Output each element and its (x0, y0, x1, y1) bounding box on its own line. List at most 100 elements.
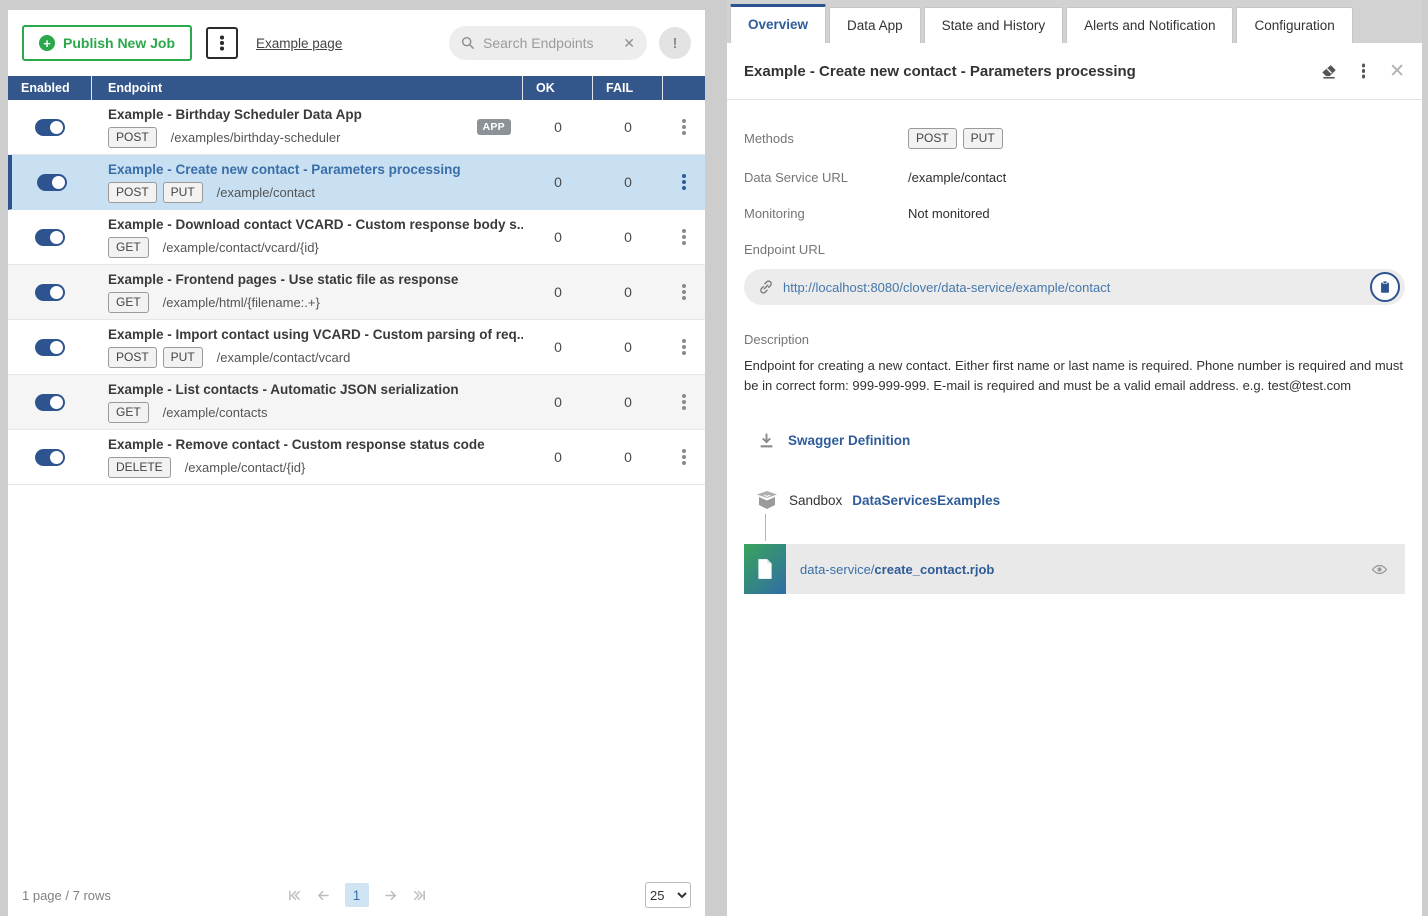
tab-overview[interactable]: Overview (730, 4, 826, 43)
search-input[interactable] (483, 35, 615, 51)
publish-new-job-button[interactable]: + Publish New Job (22, 25, 192, 61)
row-menu-button[interactable] (663, 180, 705, 184)
header-fail: FAIL (593, 76, 663, 100)
toolbar-menu-button[interactable] (206, 27, 238, 59)
endpoint-row[interactable]: Example - Download contact VCARD - Custo… (8, 210, 705, 265)
first-page-button[interactable] (287, 888, 302, 903)
description-label: Description (744, 332, 1405, 347)
ok-count: 0 (523, 394, 593, 410)
endpoint-url-link[interactable]: http://localhost:8080/clover/data-servic… (783, 280, 1110, 295)
example-page-link[interactable]: Example page (256, 36, 342, 51)
method-chip: PUT (163, 182, 203, 203)
fail-count: 0 (593, 119, 663, 135)
enabled-toggle[interactable] (35, 449, 65, 466)
row-menu-button[interactable] (663, 345, 705, 349)
method-chip: PUT (963, 128, 1003, 149)
sandbox-icon (755, 490, 779, 510)
enabled-toggle[interactable] (35, 119, 65, 136)
fail-count: 0 (593, 449, 663, 465)
endpoint-path: /example/html/{filename:.+} (163, 295, 320, 310)
warning-button[interactable]: ! (659, 27, 691, 59)
tab-configuration[interactable]: Configuration (1236, 7, 1352, 43)
job-file-icon-block (744, 544, 786, 594)
endpoint-title: Example - List contacts - Automatic JSON… (108, 382, 523, 397)
endpoint-path: /examples/birthday-scheduler (171, 130, 341, 145)
kebab-icon (1362, 69, 1366, 73)
fail-count: 0 (593, 284, 663, 300)
clear-search-icon[interactable]: ✕ (623, 36, 635, 50)
next-page-button[interactable] (383, 888, 398, 903)
endpoint-row[interactable]: Example - Import contact using VCARD - C… (8, 320, 705, 375)
data-service-url-value: /example/contact (908, 170, 1006, 185)
enabled-toggle[interactable] (35, 229, 65, 246)
close-detail-button[interactable]: ✕ (1389, 62, 1405, 81)
enabled-toggle[interactable] (37, 174, 67, 191)
detail-panel: OverviewData AppState and HistoryAlerts … (727, 0, 1422, 916)
sandbox-name-link[interactable]: DataServicesExamples (852, 493, 1000, 508)
endpoint-subline: GET/example/html/{filename:.+} (108, 292, 523, 313)
tab-state-and-history[interactable]: State and History (924, 7, 1064, 43)
enabled-toggle[interactable] (35, 394, 65, 411)
tab-alerts-and-notification[interactable]: Alerts and Notification (1066, 7, 1233, 43)
header-enabled: Enabled (8, 76, 92, 100)
endpoint-url-label: Endpoint URL (744, 242, 1405, 257)
row-menu-button[interactable] (663, 290, 705, 294)
ok-count: 0 (523, 284, 593, 300)
endpoint-path: /example/contact/{id} (185, 460, 306, 475)
file-icon (756, 558, 774, 580)
fail-count: 0 (593, 229, 663, 245)
current-page-button[interactable]: 1 (345, 883, 369, 907)
job-file-path: data-service/create_contact.rjob (800, 562, 994, 577)
endpoint-row[interactable]: Example - Birthday Scheduler Data AppPOS… (8, 100, 705, 155)
detail-menu-button[interactable] (1362, 69, 1366, 73)
row-menu-button[interactable] (663, 125, 705, 129)
first-page-icon (287, 888, 302, 903)
methods-label: Methods (744, 131, 908, 146)
kebab-icon (682, 235, 686, 239)
endpoint-path: /example/contacts (163, 405, 268, 420)
reset-statistics-button[interactable] (1320, 62, 1338, 80)
previous-page-button[interactable] (316, 888, 331, 903)
download-icon (758, 432, 775, 449)
last-page-icon (412, 888, 427, 903)
method-chip: POST (108, 127, 157, 148)
endpoints-table-header: Enabled Endpoint OK FAIL (8, 76, 705, 100)
fail-count: 0 (593, 394, 663, 410)
fail-count: 0 (593, 174, 663, 190)
header-endpoint: Endpoint (92, 76, 523, 100)
ok-count: 0 (523, 174, 593, 190)
row-menu-button[interactable] (663, 455, 705, 459)
monitoring-value: Not monitored (908, 206, 990, 221)
ok-count: 0 (523, 229, 593, 245)
previous-page-icon (316, 888, 331, 903)
copy-url-button[interactable] (1370, 272, 1400, 302)
endpoint-title: Example - Download contact VCARD - Custo… (108, 217, 523, 232)
endpoint-path: /example/contact (217, 185, 315, 200)
tree-connector-line (765, 514, 1405, 541)
endpoint-row[interactable]: Example - Create new contact - Parameter… (8, 155, 705, 210)
method-chip: GET (108, 237, 149, 258)
endpoint-row[interactable]: Example - Remove contact - Custom respon… (8, 430, 705, 485)
enabled-toggle[interactable] (35, 284, 65, 301)
method-chip: PUT (163, 347, 203, 368)
endpoint-row[interactable]: Example - List contacts - Automatic JSON… (8, 375, 705, 430)
endpoint-subline: DELETE/example/contact/{id} (108, 457, 523, 478)
method-chip: POST (108, 182, 157, 203)
endpoint-subline: GET/example/contact/vcard/{id} (108, 237, 523, 258)
endpoint-path: /example/contact/vcard (217, 350, 351, 365)
endpoint-row[interactable]: Example - Frontend pages - Use static fi… (8, 265, 705, 320)
endpoint-subline: POST/examples/birthday-scheduler (108, 127, 523, 148)
swagger-definition-link[interactable]: Swagger Definition (788, 433, 910, 448)
method-chip: POST (908, 128, 957, 149)
view-job-button[interactable] (1371, 561, 1388, 578)
job-file-row[interactable]: data-service/create_contact.rjob (744, 544, 1405, 594)
fail-count: 0 (593, 339, 663, 355)
last-page-button[interactable] (412, 888, 427, 903)
sandbox-label: Sandbox (789, 493, 842, 508)
pagination-summary: 1 page / 7 rows (22, 888, 111, 903)
enabled-toggle[interactable] (35, 339, 65, 356)
page-size-select[interactable]: 25 (645, 882, 691, 908)
tab-data-app[interactable]: Data App (829, 7, 921, 43)
row-menu-button[interactable] (663, 235, 705, 239)
row-menu-button[interactable] (663, 400, 705, 404)
